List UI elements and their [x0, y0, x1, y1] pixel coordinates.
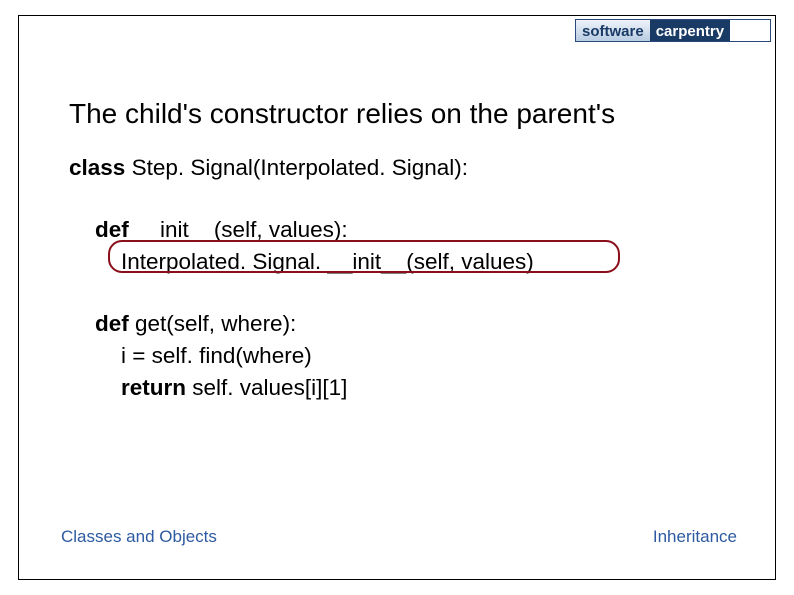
keyword-def: def: [95, 217, 129, 242]
slide-content: The child's constructor relies on the pa…: [69, 98, 759, 404]
logo-left-word: software: [576, 20, 650, 41]
code-text: __init__(self, values):: [129, 217, 348, 242]
code-line-return: return self. values[i][1]: [69, 372, 759, 404]
code-text: Step. Signal(Interpolated. Signal):: [125, 155, 468, 180]
code-text: Interpolated. Signal. __init__(self, val…: [121, 249, 534, 274]
code-line-find: i = self. find(where): [69, 340, 759, 372]
code-line-class: class Step. Signal(Interpolated. Signal)…: [69, 152, 759, 184]
code-line-def-get: def get(self, where):: [69, 308, 759, 340]
slide-frame: software carpentry The child's construct…: [18, 15, 776, 580]
footer-right: Inheritance: [653, 527, 737, 547]
slide-title: The child's constructor relies on the pa…: [69, 98, 759, 130]
logo-main: software carpentry: [575, 19, 771, 42]
code-text: i = self. find(where): [121, 343, 312, 368]
code-line-def-init: def __init__(self, values):: [69, 214, 759, 246]
code-line-super-call: Interpolated. Signal. __init__(self, val…: [69, 246, 759, 278]
code-text: self. values[i][1]: [186, 375, 347, 400]
logo-tagline: [575, 42, 771, 43]
keyword-return: return: [121, 375, 186, 400]
keyword-def: def: [95, 311, 129, 336]
code-text: get(self, where):: [129, 311, 297, 336]
keyword-class: class: [69, 155, 125, 180]
software-carpentry-logo: software carpentry: [575, 19, 771, 51]
footer-left: Classes and Objects: [61, 527, 217, 547]
code-block: class Step. Signal(Interpolated. Signal)…: [69, 152, 759, 404]
logo-right-word: carpentry: [650, 20, 730, 41]
